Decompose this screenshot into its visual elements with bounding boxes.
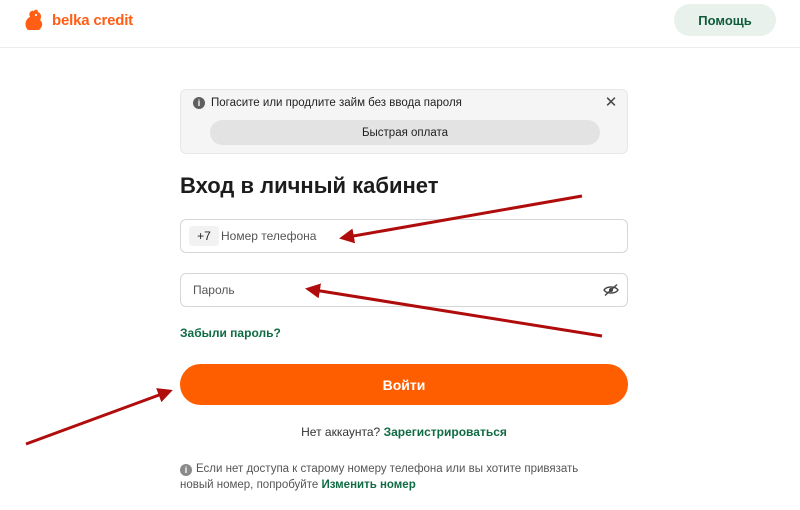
page-title: Вход в личный кабинет <box>180 173 439 198</box>
close-icon[interactable]: ✕ <box>603 94 619 111</box>
change-number-note: i Если нет доступа к старому номеру телеф… <box>180 461 628 493</box>
password-input[interactable] <box>193 275 593 305</box>
country-code-prefix: +7 <box>189 226 219 246</box>
eye-off-icon[interactable] <box>603 283 619 297</box>
phone-input[interactable] <box>221 221 617 251</box>
logo-text: belka credit <box>52 11 133 29</box>
footnote-text-line2: новый номер, попробуйте <box>180 479 319 491</box>
arrow-to-login <box>25 388 173 446</box>
register-link[interactable]: Зарегистрироваться <box>384 425 507 439</box>
login-button[interactable]: Войти <box>180 364 628 405</box>
register-row: Нет аккаунта? Зарегистрироваться <box>180 425 628 439</box>
change-number-link[interactable]: Изменить номер <box>321 479 415 491</box>
help-button[interactable]: Помощь <box>674 4 776 36</box>
notice-text: Погасите или продлите займ без ввода пар… <box>211 97 462 109</box>
squirrel-logo-icon <box>25 9 43 30</box>
brand-logo[interactable]: belka credit <box>22 7 133 33</box>
top-header: belka credit Помощь <box>0 0 800 48</box>
password-field <box>180 273 628 307</box>
notice-info-row: i Погасите или продлите займ без ввода п… <box>193 97 462 109</box>
footnote-text-line1: Если нет доступа к старому номеру телефо… <box>196 463 579 475</box>
quick-pay-notice: i Погасите или продлите займ без ввода п… <box>180 89 628 154</box>
no-account-text: Нет аккаунта? <box>301 425 381 439</box>
quick-pay-button[interactable]: Быстрая оплата <box>210 120 600 145</box>
phone-field: +7 <box>180 219 628 253</box>
info-icon: i <box>193 97 205 109</box>
forgot-password-link[interactable]: Забыли пароль? <box>180 326 281 340</box>
info-icon: i <box>180 464 192 476</box>
